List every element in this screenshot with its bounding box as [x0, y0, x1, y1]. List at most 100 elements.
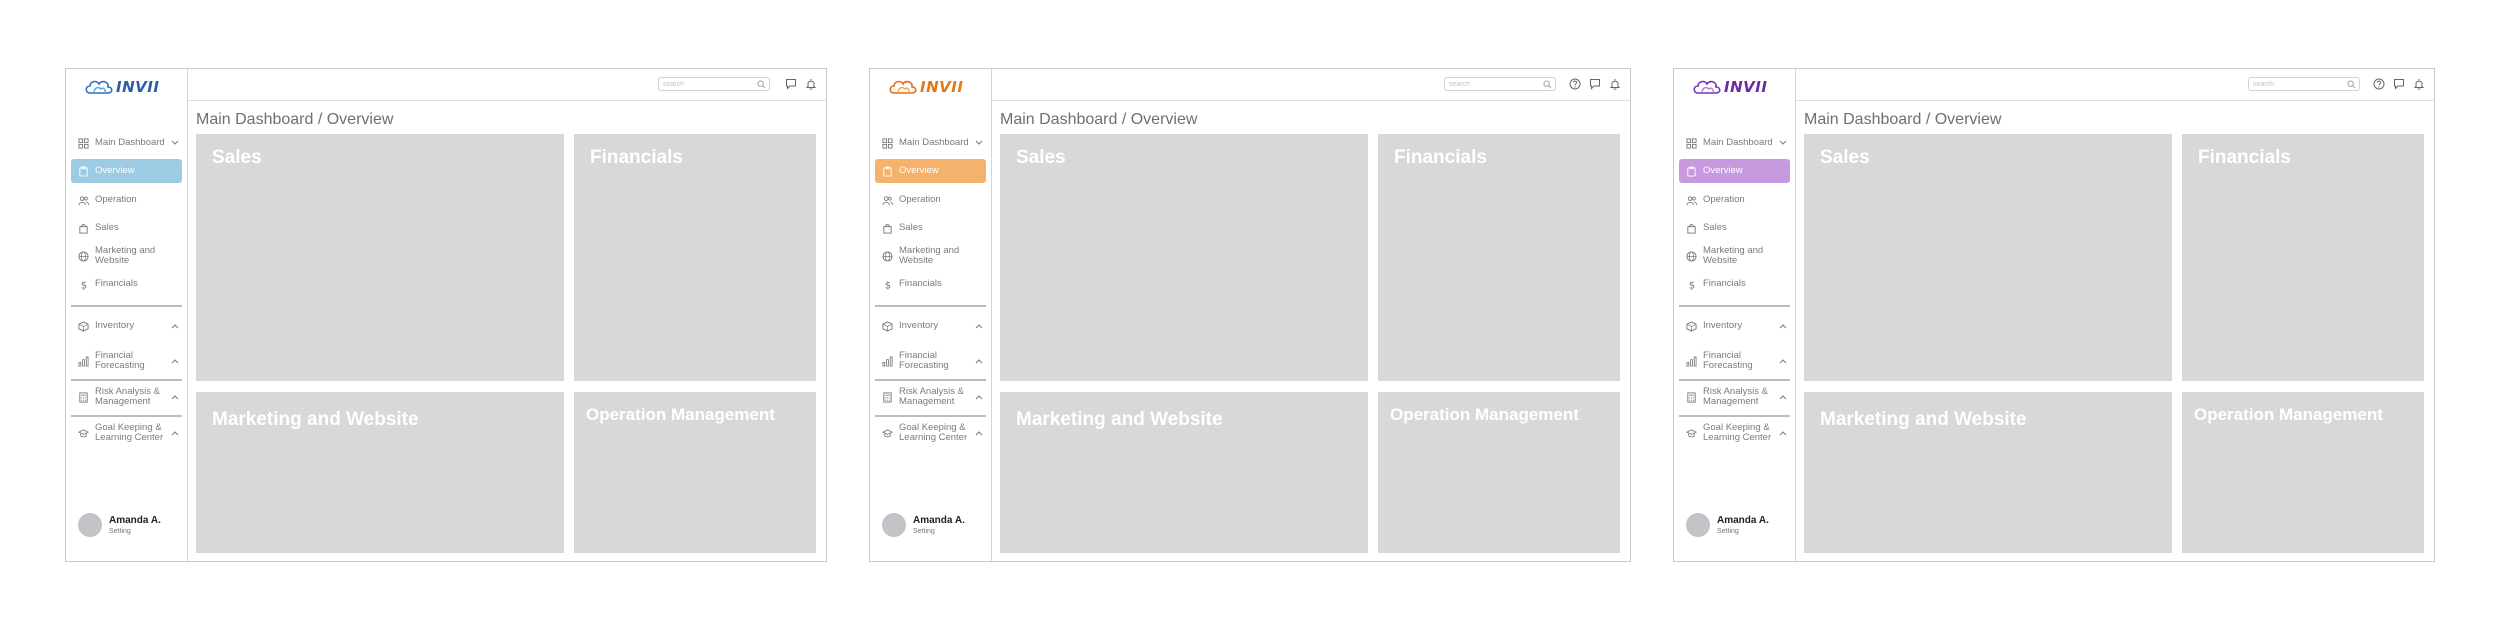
- card-title: Operation Management: [586, 405, 775, 424]
- sidebar-divider: [1679, 305, 1790, 307]
- sidebar-item-operation[interactable]: Operation: [875, 193, 986, 207]
- chevron-up-icon: [170, 394, 180, 400]
- search-input[interactable]: [663, 80, 753, 88]
- svg-text:$: $: [81, 280, 87, 289]
- search-icon[interactable]: [1543, 80, 1552, 89]
- sidebar-item-marketing[interactable]: Marketing and Website: [71, 245, 182, 267]
- sidebar-item-label: Operation: [95, 194, 137, 205]
- sidebar-item-label: Overview: [899, 165, 939, 176]
- user-setting-link[interactable]: Setting: [1717, 528, 1769, 535]
- sidebar-item-financials[interactable]: $ Financials: [71, 277, 182, 291]
- sidebar-item-label: Financial Forecasting: [899, 350, 949, 371]
- chat-icon[interactable]: [2393, 78, 2405, 90]
- sidebar-divider: [1679, 415, 1790, 417]
- sidebar-divider: [71, 305, 182, 307]
- card-operation[interactable]: Operation Management: [574, 392, 816, 553]
- user-setting-link[interactable]: Setting: [913, 528, 965, 535]
- bar-chart-icon: [881, 355, 894, 368]
- sidebar-item-overview[interactable]: Overview: [875, 159, 986, 183]
- sidebar-item-overview[interactable]: Overview: [71, 159, 182, 183]
- help-icon[interactable]: [1569, 78, 1581, 90]
- svg-text:$: $: [885, 280, 891, 289]
- sidebar-item-main-dashboard[interactable]: Main Dashboard: [875, 135, 986, 151]
- sidebar-item-risk[interactable]: Risk Analysis & Management: [71, 386, 182, 408]
- search-icon[interactable]: [2347, 80, 2356, 89]
- sidebar-divider: [875, 305, 986, 307]
- user-profile[interactable]: Amanda A. Setting: [882, 513, 965, 537]
- card-marketing[interactable]: Marketing and Website: [196, 392, 564, 553]
- chevron-up-icon: [1778, 430, 1788, 436]
- sidebar-divider: [875, 379, 986, 381]
- sidebar-item-marketing[interactable]: Marketing and Website: [875, 245, 986, 267]
- sidebar-item-operation[interactable]: Operation: [1679, 193, 1790, 207]
- sidebar-item-forecasting[interactable]: Financial Forecasting: [1679, 350, 1790, 372]
- sidebar-item-operation[interactable]: Operation: [71, 193, 182, 207]
- sidebar-item-main-dashboard[interactable]: Main Dashboard: [71, 135, 182, 151]
- user-profile[interactable]: Amanda A. Setting: [1686, 513, 1769, 537]
- user-setting-link[interactable]: Setting: [109, 528, 161, 535]
- sidebar-item-financials[interactable]: $ Financials: [875, 277, 986, 291]
- sidebar-divider: [1679, 379, 1790, 381]
- card-title: Financials: [2198, 147, 2291, 168]
- card-operation[interactable]: Operation Management: [2182, 392, 2424, 553]
- sidebar-item-risk[interactable]: Risk Analysis & Management: [875, 386, 986, 408]
- sidebar-item-overview[interactable]: Overview: [1679, 159, 1790, 183]
- chat-icon[interactable]: [785, 78, 797, 90]
- clipboard-icon: [881, 165, 894, 178]
- sidebar-item-goal[interactable]: Goal Keeping & Learning Center: [875, 422, 986, 444]
- search-icon[interactable]: [757, 80, 766, 89]
- search-input[interactable]: [2253, 80, 2343, 88]
- sidebar-item-sales[interactable]: Sales: [1679, 221, 1790, 235]
- sidebar-item-financials[interactable]: $ Financials: [1679, 277, 1790, 291]
- sidebar-item-label: Goal Keeping & Learning Center: [899, 422, 968, 443]
- sidebar-item-inventory[interactable]: Inventory: [1679, 319, 1790, 333]
- search-box[interactable]: [1444, 77, 1556, 91]
- sidebar-item-sales[interactable]: Sales: [71, 221, 182, 235]
- chat-icon[interactable]: [1589, 78, 1601, 90]
- brand-logo[interactable]: INVII: [84, 76, 159, 98]
- sidebar-item-risk[interactable]: Risk Analysis & Management: [1679, 386, 1790, 408]
- sidebar-item-marketing[interactable]: Marketing and Website: [1679, 245, 1790, 267]
- sidebar-item-inventory[interactable]: Inventory: [71, 319, 182, 333]
- brand-logo[interactable]: INVII: [1692, 76, 1767, 98]
- sidebar-item-sales[interactable]: Sales: [875, 221, 986, 235]
- sidebar-item-label: Inventory: [95, 320, 135, 331]
- card-sales[interactable]: Sales: [1804, 134, 2172, 381]
- sidebar-item-goal[interactable]: Goal Keeping & Learning Center: [71, 422, 182, 444]
- users-icon: [1685, 194, 1698, 207]
- sidebar-item-forecasting[interactable]: Financial Forecasting: [71, 350, 182, 372]
- search-box[interactable]: [658, 77, 770, 91]
- card-financials[interactable]: Financials: [2182, 134, 2424, 381]
- sidebar-item-label: Main Dashboard: [899, 137, 969, 148]
- card-sales[interactable]: Sales: [196, 134, 564, 381]
- sidebar-item-forecasting[interactable]: Financial Forecasting: [875, 350, 986, 372]
- chevron-up-icon: [974, 430, 984, 436]
- calculator-icon: [77, 391, 90, 404]
- bell-icon[interactable]: [1609, 78, 1621, 90]
- brand-name: INVII: [920, 78, 964, 96]
- sidebar-item-label: Financial Forecasting: [95, 350, 145, 371]
- search-box[interactable]: [2248, 77, 2360, 91]
- card-operation[interactable]: Operation Management: [1378, 392, 1620, 553]
- sidebar-item-inventory[interactable]: Inventory: [875, 319, 986, 333]
- chevron-down-icon: [974, 140, 984, 146]
- sidebar-item-main-dashboard[interactable]: Main Dashboard: [1679, 135, 1790, 151]
- card-marketing[interactable]: Marketing and Website: [1804, 392, 2172, 553]
- sidebar-divider: [875, 415, 986, 417]
- card-sales[interactable]: Sales: [1000, 134, 1368, 381]
- sidebar-item-goal[interactable]: Goal Keeping & Learning Center: [1679, 422, 1790, 444]
- card-financials[interactable]: Financials: [574, 134, 816, 381]
- bell-icon[interactable]: [805, 78, 817, 90]
- sidebar-item-label: Risk Analysis & Management: [899, 386, 964, 407]
- help-icon[interactable]: [2373, 78, 2385, 90]
- sidebar-item-label: Sales: [95, 222, 119, 233]
- dashboard-window-orange: INVII Main Dashboard Overview Operation …: [869, 68, 1631, 562]
- brand-logo[interactable]: INVII: [888, 76, 963, 98]
- user-profile[interactable]: Amanda A. Setting: [78, 513, 161, 537]
- card-marketing[interactable]: Marketing and Website: [1000, 392, 1368, 553]
- dashboard-window-purple: INVII Main Dashboard Overview Operation …: [1673, 68, 2435, 562]
- search-input[interactable]: [1449, 80, 1539, 88]
- bell-icon[interactable]: [2413, 78, 2425, 90]
- sidebar-item-label: Main Dashboard: [95, 137, 165, 148]
- card-financials[interactable]: Financials: [1378, 134, 1620, 381]
